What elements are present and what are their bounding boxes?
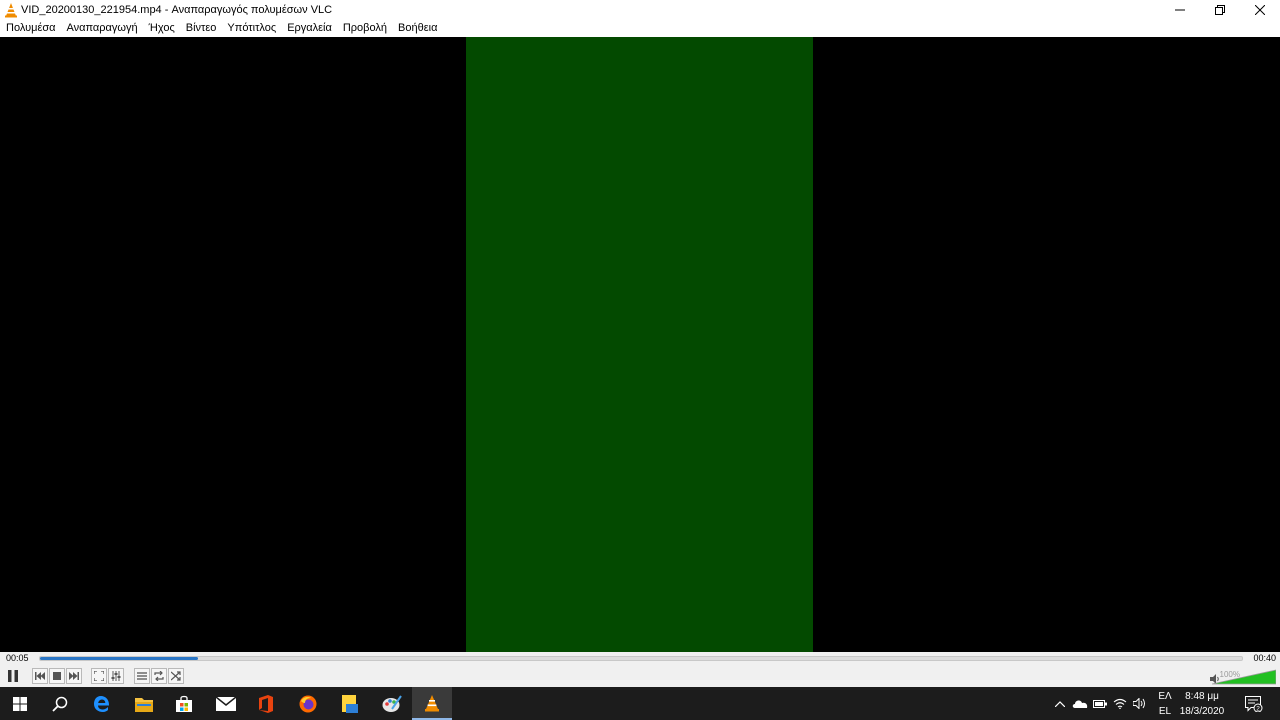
menu-video[interactable]: Βίντεο — [186, 22, 217, 34]
taskbar-paint[interactable] — [372, 687, 412, 720]
taskbar-store[interactable] — [164, 687, 204, 720]
clock-time: 8:48 μμ — [1185, 691, 1219, 702]
vlc-icon — [425, 694, 439, 711]
seek-slider[interactable] — [39, 656, 1243, 661]
tray-wifi[interactable] — [1111, 687, 1129, 720]
previous-button[interactable] — [32, 668, 48, 684]
playlist-icon — [137, 672, 147, 680]
menu-playback[interactable]: Αναπαραγωγή — [67, 22, 138, 34]
menu-subtitle[interactable]: Υπότιτλος — [227, 22, 276, 34]
extended-settings-icon — [111, 671, 121, 681]
menu-view[interactable]: Προβολή — [343, 22, 387, 34]
tray-volume[interactable] — [1131, 687, 1149, 720]
sticky-notes-icon — [342, 694, 358, 713]
mail-icon — [216, 696, 236, 711]
seek-progress — [40, 657, 199, 660]
menu-bar: Πολυμέσα Αναπαραγωγή Ήχος Βίντεο Υπότιτλ… — [0, 19, 1280, 37]
stop-button[interactable] — [49, 668, 65, 684]
office-icon — [259, 694, 273, 713]
fullscreen-icon — [94, 671, 104, 681]
next-button[interactable] — [66, 668, 82, 684]
extended-settings-button[interactable] — [108, 668, 124, 684]
menu-audio[interactable]: Ήχος — [149, 22, 175, 34]
loop-icon — [154, 671, 164, 681]
next-icon — [69, 672, 79, 680]
close-icon — [1255, 4, 1265, 15]
edge-icon — [94, 695, 109, 712]
volume-slider[interactable] — [1212, 669, 1276, 685]
minimize-icon — [1175, 9, 1185, 10]
speaker-icon — [1133, 698, 1145, 709]
search-icon — [52, 696, 68, 712]
taskbar-office[interactable] — [246, 687, 286, 720]
shuffle-icon — [171, 671, 181, 681]
menu-tools[interactable]: Εργαλεία — [287, 22, 332, 34]
stop-icon — [53, 672, 61, 680]
notification-icon: 2 — [1245, 695, 1263, 712]
paint-icon — [382, 694, 402, 712]
windows-start-icon — [13, 696, 27, 711]
vlc-icon — [5, 2, 17, 17]
taskbar-edge[interactable] — [82, 687, 122, 720]
playlist-button[interactable] — [134, 668, 150, 684]
video-area[interactable] — [0, 37, 1280, 652]
restore-button[interactable] — [1200, 0, 1240, 19]
clock-date: 18/3/2020 — [1179, 706, 1225, 717]
video-frame — [466, 37, 813, 652]
notifications-button[interactable]: 2 — [1240, 687, 1268, 720]
wifi-icon — [1113, 698, 1127, 709]
menu-help[interactable]: Βοήθεια — [398, 22, 437, 34]
tray-overflow[interactable] — [1052, 687, 1068, 720]
shuffle-button[interactable] — [168, 668, 184, 684]
menu-media[interactable]: Πολυμέσα — [6, 22, 56, 34]
taskbar: ΕΛ EL 8:48 μμ 18/3/2020 2 — [0, 687, 1280, 720]
tray-battery[interactable] — [1091, 687, 1109, 720]
taskbar-mail[interactable] — [206, 687, 246, 720]
close-button[interactable] — [1240, 0, 1280, 19]
tray-onedrive[interactable] — [1071, 687, 1089, 720]
elapsed-time: 00:05 — [6, 653, 29, 663]
loop-button[interactable] — [151, 668, 167, 684]
start-button[interactable] — [0, 687, 40, 720]
title-bar: VID_20200130_221954.mp4 - Αναπαραγωγός π… — [0, 0, 1280, 19]
taskbar-sticky-notes[interactable] — [330, 687, 370, 720]
chevron-up-icon — [1055, 700, 1065, 707]
controls-bar: 100% — [0, 665, 1280, 687]
taskbar-vlc[interactable] — [412, 687, 452, 720]
firefox-icon — [299, 695, 317, 712]
file-explorer-icon — [135, 697, 153, 712]
restore-icon — [1215, 4, 1225, 15]
seek-row: 00:05 00:40 — [0, 652, 1280, 665]
total-time: 00:40 — [1253, 653, 1276, 663]
window-title: VID_20200130_221954.mp4 - Αναπαραγωγός π… — [21, 3, 333, 16]
pause-button[interactable] — [3, 667, 23, 685]
pause-icon — [8, 670, 18, 682]
taskbar-file-explorer[interactable] — [124, 687, 164, 720]
notification-count: 2 — [1256, 705, 1260, 712]
fullscreen-button[interactable] — [91, 668, 107, 684]
onedrive-icon — [1072, 700, 1088, 708]
previous-icon — [35, 672, 45, 680]
search-button[interactable] — [40, 687, 80, 720]
minimize-button[interactable] — [1160, 0, 1200, 19]
clock[interactable]: 8:48 μμ 18/3/2020 — [1172, 689, 1232, 719]
battery-icon — [1093, 699, 1107, 708]
store-icon — [176, 695, 192, 712]
taskbar-firefox[interactable] — [288, 687, 328, 720]
